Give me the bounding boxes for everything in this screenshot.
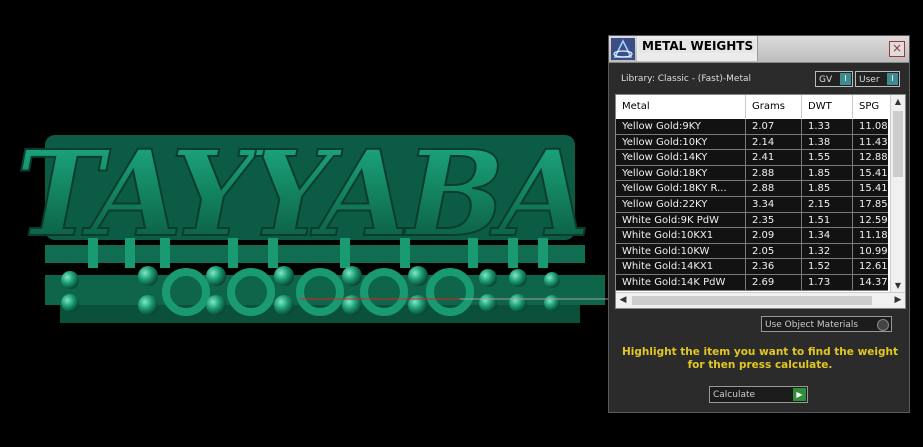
cell-spg: 17.85 [853,196,893,212]
cell-dwt: 1.51 [802,212,853,228]
column-header-metal[interactable]: Metal [616,95,746,118]
scroll-down-icon[interactable]: ▼ [891,279,905,293]
cell-grams: 2.36 [746,259,802,275]
cell-metal: White Gold:10KX1 [616,228,746,244]
cell-metal: Yellow Gold:22KY [616,196,746,212]
table-header: Metal Grams DWT SPG [616,95,891,118]
cell-metal: Yellow Gold:18KY [616,165,746,181]
column-header-dwt[interactable]: DWT [802,95,853,118]
table-row[interactable]: Yellow Gold:22KY 3.34 2.15 17.85 [616,196,893,213]
cell-spg: 12.88 [853,150,893,166]
cell-dwt: 1.52 [802,259,853,275]
cell-grams: 2.05 [746,243,802,259]
radio-icon [877,319,889,331]
metal-weights-panel: METAL WEIGHTS × Library: Classic - (Fast… [608,35,910,413]
cell-metal: Yellow Gold:10KY [616,134,746,150]
cell-grams: 2.14 [746,134,802,150]
metal-table[interactable]: Metal Grams DWT SPG Yellow Gold:9KY 2.07 1… [615,94,906,309]
cell-metal: Yellow Gold:14KY [616,150,746,166]
user-label: User [859,75,880,85]
cell-spg: 11.18 [853,228,893,244]
cell-spg: 11.43 [853,134,893,150]
go-arrow-icon: ▶ [793,388,806,401]
instruction-text: Highlight the item you want to find the … [622,346,898,371]
scroll-left-icon[interactable]: ◀ [616,293,630,308]
library-label: Library: Classic - (Fast)-Metal [621,74,752,84]
matrix-logo-icon [611,38,635,60]
use-object-materials-toggle[interactable]: Use Object Materials [761,316,892,332]
table-row[interactable]: White Gold:14KX1 2.36 1.52 12.61 [616,259,893,275]
calculate-button[interactable]: Calculate ▶ [709,386,808,403]
cell-dwt: 1.85 [802,165,853,181]
table-row[interactable]: White Gold:10KW 2.05 1.32 10.99 [616,243,893,260]
cell-spg: 11.08 [853,119,893,134]
horizontal-scroll-thumb[interactable] [632,296,872,305]
cell-metal: White Gold:14KX1 [616,259,746,275]
cell-grams: 2.07 [746,119,802,134]
cell-grams: 2.69 [746,274,802,290]
table-row[interactable]: White Gold:10KX1 2.09 1.34 11.18 [616,228,893,244]
cell-grams: 2.88 [746,165,802,181]
user-switch-icon: I [887,73,898,85]
table-row[interactable]: White Gold:14K PdW 2.69 1.73 14.37 [616,274,893,291]
gv-toggle[interactable]: GV I [815,71,853,87]
calculate-label: Calculate [713,390,756,400]
cell-metal: White Gold:9K PdW [616,212,746,228]
ring-render: TAYYABA [15,123,608,323]
cell-dwt: 1.33 [802,119,853,134]
cell-dwt: 1.73 [802,274,853,290]
panel-title: METAL WEIGHTS [639,39,757,53]
gv-switch-icon: I [840,73,851,85]
cell-metal: Yellow Gold:18KY R... [616,181,746,197]
table-row[interactable]: Yellow Gold:14KY 2.41 1.55 12.88 [616,150,893,166]
table-row[interactable]: Yellow Gold:18KY 2.88 1.85 15.41 [616,165,893,182]
cell-metal: White Gold:10KW [616,243,746,259]
cell-dwt: 2.15 [802,196,853,212]
table-row[interactable]: Yellow Gold:10KY 2.14 1.38 11.43 [616,134,893,151]
cell-spg: 15.41 [853,181,893,197]
cell-spg: 12.59 [853,212,893,228]
scroll-up-icon[interactable]: ▲ [891,95,905,109]
cell-spg: 15.41 [853,165,893,181]
cell-grams: 3.34 [746,196,802,212]
table-row[interactable]: Yellow Gold:18KY R... 2.88 1.85 15.41 [616,181,893,197]
cell-grams: 2.09 [746,228,802,244]
cell-spg: 10.99 [853,243,893,259]
cell-spg: 14.37 [853,274,893,290]
cell-metal: Yellow Gold:9KY [616,119,746,134]
vertical-scrollbar[interactable]: ▲ ▼ [890,95,905,293]
3d-viewport[interactable]: TAYYABA [0,0,608,447]
cell-spg: 12.61 [853,259,893,275]
cell-dwt: 1.34 [802,228,853,244]
gv-label: GV [819,75,833,85]
scroll-right-icon[interactable]: ▶ [891,293,905,308]
cell-metal: White Gold:14K PdW [616,274,746,290]
cell-grams: 2.41 [746,150,802,166]
cell-grams: 2.88 [746,181,802,197]
cell-dwt: 1.85 [802,181,853,197]
column-header-spg[interactable]: SPG [853,95,893,118]
table-rows: Yellow Gold:9KY 2.07 1.33 11.08 Yellow Gold… [616,119,893,291]
cell-grams: 2.35 [746,212,802,228]
cell-dwt: 1.55 [802,150,853,166]
user-toggle[interactable]: User I [855,71,900,87]
use-object-materials-label: Use Object Materials [765,320,859,330]
cell-dwt: 1.32 [802,243,853,259]
vertical-scroll-thumb[interactable] [893,111,903,177]
panel-titlebar[interactable]: METAL WEIGHTS × [609,36,909,63]
close-button[interactable]: × [889,41,905,57]
table-row[interactable]: Yellow Gold:9KY 2.07 1.33 11.08 [616,119,893,135]
table-row[interactable]: White Gold:9K PdW 2.35 1.51 12.59 [616,212,893,229]
column-header-grams[interactable]: Grams [746,95,802,118]
ring-letters: TAYYABA [16,124,585,263]
horizontal-scrollbar[interactable]: ◀ ▶ [616,292,905,308]
cell-dwt: 1.38 [802,134,853,150]
